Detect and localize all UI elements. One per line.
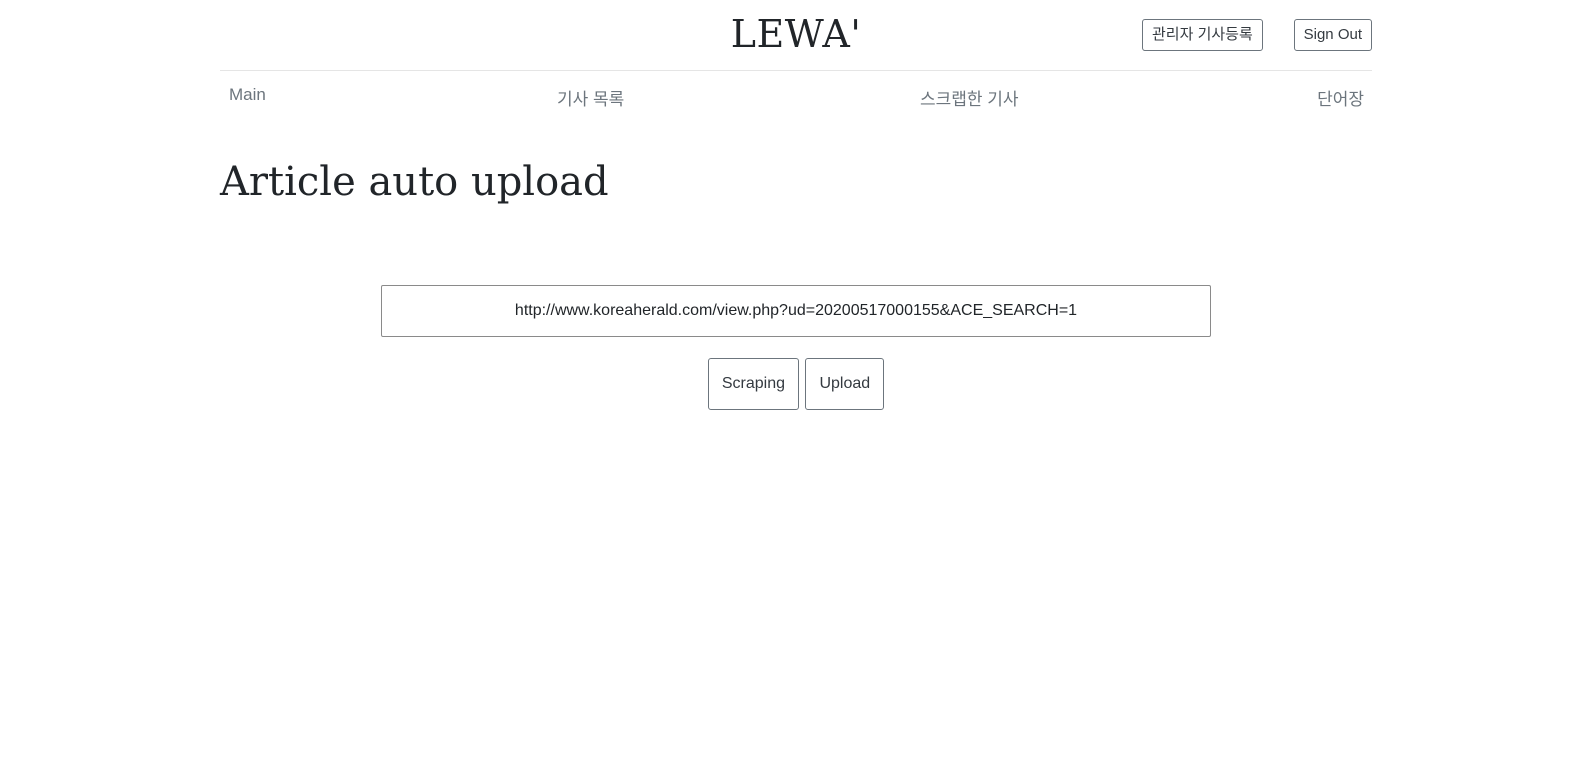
page-container: LEWA' 관리자 기사등록 Sign Out Main 기사 목록 스크랩한 … [220,0,1372,415]
upload-button[interactable]: Upload [805,358,885,410]
nav-item-scrapped-articles[interactable]: 스크랩한 기사 [920,85,1019,110]
masthead: LEWA' 관리자 기사등록 Sign Out [220,0,1372,71]
scraping-button[interactable]: Scraping [707,358,799,410]
nav-item-vocabulary[interactable]: 단어장 [1317,85,1364,110]
article-url-input[interactable] [381,285,1211,337]
page-title: Article auto upload [220,159,609,205]
nav-item-article-list[interactable]: 기사 목록 [557,85,624,110]
main-nav: Main 기사 목록 스크랩한 기사 단어장 [220,71,1372,121]
admin-article-register-button[interactable]: 관리자 기사등록 [1142,19,1263,51]
form-actions: Scraping Upload [220,358,1372,410]
sign-out-button[interactable]: Sign Out [1293,19,1372,51]
nav-item-main[interactable]: Main [229,85,266,105]
upload-form: Scraping Upload [220,285,1372,415]
